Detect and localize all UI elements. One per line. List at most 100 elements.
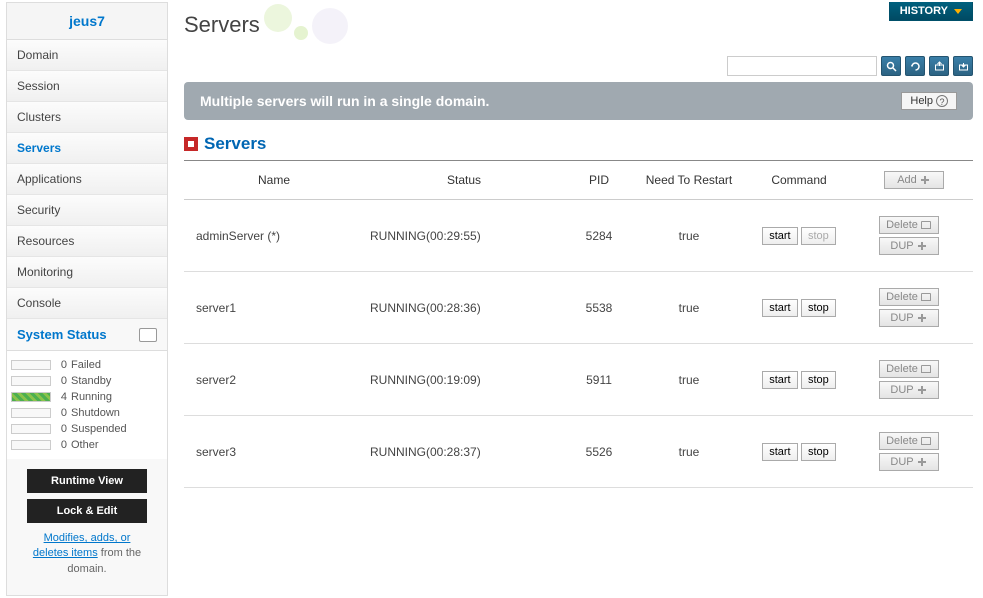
section-icon <box>184 137 198 151</box>
status-bar-icon <box>11 392 51 402</box>
col-name: Name <box>184 161 364 200</box>
refresh-icon[interactable] <box>905 56 925 76</box>
cell-status: RUNNING(00:28:36) <box>364 272 564 344</box>
sidebar-item-applications[interactable]: Applications <box>7 164 167 195</box>
trash-icon <box>921 221 931 229</box>
sidebar-item-security[interactable]: Security <box>7 195 167 226</box>
cell-restart: true <box>634 416 744 488</box>
start-button[interactable]: start <box>762 227 797 245</box>
status-count: 0 <box>55 359 67 371</box>
status-label: Other <box>71 439 99 451</box>
cell-name[interactable]: adminServer (*) <box>184 200 364 272</box>
banner-text: Multiple servers will run in a single do… <box>200 93 489 109</box>
table-row: adminServer (*)RUNNING(00:29:55)5284true… <box>184 200 973 272</box>
sidebar: jeus7 DomainSessionClustersServersApplic… <box>6 2 168 596</box>
start-button[interactable]: start <box>762 371 797 389</box>
stop-button[interactable]: stop <box>801 371 836 389</box>
stop-button[interactable]: stop <box>801 227 836 245</box>
page-title: Servers <box>184 4 260 56</box>
cell-pid: 5911 <box>564 344 634 416</box>
plus-icon <box>917 385 927 395</box>
status-row-standby: 0 Standby <box>11 373 163 389</box>
trash-icon <box>921 437 931 445</box>
sidebar-header[interactable]: jeus7 <box>7 3 167 40</box>
cell-status: RUNNING(00:29:55) <box>364 200 564 272</box>
cell-status: RUNNING(00:19:09) <box>364 344 564 416</box>
sidebar-item-servers[interactable]: Servers <box>7 133 167 164</box>
status-list: 0Failed0Standby4Running0Shutdown0Suspend… <box>7 351 167 459</box>
cell-pid: 5526 <box>564 416 634 488</box>
plus-icon <box>917 313 927 323</box>
col-command: Command <box>744 161 854 200</box>
trash-icon <box>921 293 931 301</box>
chevron-down-icon <box>954 9 962 14</box>
col-restart: Need To Restart <box>634 161 744 200</box>
dup-button[interactable]: DUP <box>879 381 939 399</box>
start-button[interactable]: start <box>762 443 797 461</box>
cell-name[interactable]: server1 <box>184 272 364 344</box>
trash-icon <box>921 365 931 373</box>
cell-name[interactable]: server3 <box>184 416 364 488</box>
add-button[interactable]: Add <box>884 171 944 189</box>
cell-restart: true <box>634 344 744 416</box>
sidebar-item-console[interactable]: Console <box>7 288 167 319</box>
export-xml-icon[interactable] <box>929 56 949 76</box>
status-label: Running <box>71 391 112 403</box>
import-icon[interactable] <box>953 56 973 76</box>
search-icon[interactable] <box>881 56 901 76</box>
dup-button[interactable]: DUP <box>879 453 939 471</box>
status-bar-icon <box>11 440 51 450</box>
status-count: 0 <box>55 439 67 451</box>
system-status-header: System Status <box>7 319 167 351</box>
status-count: 4 <box>55 391 67 403</box>
status-label: Suspended <box>71 423 127 435</box>
decorative-circles <box>264 4 364 44</box>
history-button[interactable]: HISTORY <box>889 2 973 21</box>
system-status-title: System Status <box>17 327 107 342</box>
monitor-icon[interactable] <box>139 328 157 342</box>
help-button[interactable]: Help ? <box>901 92 957 110</box>
cell-command: start stop <box>744 344 854 416</box>
table-row: server3RUNNING(00:28:37)5526truestart st… <box>184 416 973 488</box>
servers-table: Name Status PID Need To Restart Command … <box>184 161 973 488</box>
plus-icon <box>920 175 930 185</box>
main-content: HISTORY Servers <box>170 0 983 598</box>
sidebar-item-domain[interactable]: Domain <box>7 40 167 71</box>
sidebar-item-monitoring[interactable]: Monitoring <box>7 257 167 288</box>
delete-button[interactable]: Delete <box>879 216 939 234</box>
status-label: Standby <box>71 375 111 387</box>
start-button[interactable]: start <box>762 299 797 317</box>
stop-button[interactable]: stop <box>801 299 836 317</box>
status-row-shutdown: 0Shutdown <box>11 405 163 421</box>
sidebar-item-clusters[interactable]: Clusters <box>7 102 167 133</box>
search-input[interactable] <box>727 56 877 76</box>
status-count: 0 <box>55 375 67 387</box>
dup-button[interactable]: DUP <box>879 237 939 255</box>
runtime-view-button[interactable]: Runtime View <box>27 469 147 493</box>
plus-icon <box>917 241 927 251</box>
col-pid: PID <box>564 161 634 200</box>
delete-button[interactable]: Delete <box>879 432 939 450</box>
status-bar-icon <box>11 424 51 434</box>
cell-command: start stop <box>744 416 854 488</box>
sidebar-item-resources[interactable]: Resources <box>7 226 167 257</box>
table-row: server1RUNNING(00:28:36)5538truestart st… <box>184 272 973 344</box>
plus-icon <box>917 457 927 467</box>
cell-restart: true <box>634 200 744 272</box>
sidebar-item-session[interactable]: Session <box>7 71 167 102</box>
delete-button[interactable]: Delete <box>879 288 939 306</box>
cell-restart: true <box>634 272 744 344</box>
cell-command: start stop <box>744 200 854 272</box>
lock-edit-button[interactable]: Lock & Edit <box>27 499 147 523</box>
dup-button[interactable]: DUP <box>879 309 939 327</box>
status-label: Shutdown <box>71 407 120 419</box>
status-bar-icon <box>11 408 51 418</box>
delete-button[interactable]: Delete <box>879 360 939 378</box>
cell-pid: 5284 <box>564 200 634 272</box>
table-row: server2RUNNING(00:19:09)5911truestart st… <box>184 344 973 416</box>
status-bar-icon <box>11 376 51 386</box>
section-title: Servers <box>184 120 973 161</box>
stop-button[interactable]: stop <box>801 443 836 461</box>
cell-name[interactable]: server2 <box>184 344 364 416</box>
col-status: Status <box>364 161 564 200</box>
